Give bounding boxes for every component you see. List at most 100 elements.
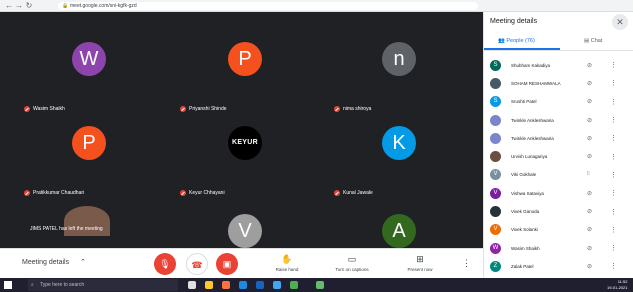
participant-name: Zalak Patel bbox=[511, 263, 534, 269]
participant-name: SOHAM RESHAMWALA bbox=[511, 80, 561, 86]
present-icon: ⊞ bbox=[416, 254, 424, 264]
captions-button[interactable]: ▭ Turn on captions bbox=[328, 254, 376, 272]
more-options-icon[interactable]: ⋮ bbox=[610, 153, 617, 161]
app-icon[interactable] bbox=[273, 281, 281, 289]
hand-icon: ✋ bbox=[281, 254, 293, 264]
system-clock[interactable]: 11:52 19-01-2021 bbox=[607, 279, 627, 291]
call-controls: Meeting details ⌃ 🎙 ☎ ▣ ✋ Raise hand ▭ T… bbox=[0, 248, 483, 278]
raise-hand-button[interactable]: ✋ Raise hand bbox=[263, 254, 311, 272]
participant-row[interactable]: Twinkle Ankleshwaria ⊘ ⋮ bbox=[484, 111, 633, 129]
file-explorer-icon[interactable] bbox=[205, 281, 213, 289]
participant-row[interactable]: Urvish Lunagariya ⊘ ⋮ bbox=[484, 147, 633, 165]
present-now-button[interactable]: ⊞ Present now bbox=[396, 254, 444, 272]
hangup-icon: ☎ bbox=[191, 260, 203, 270]
avatar: V bbox=[228, 214, 262, 248]
tab-chat[interactable]: ▤ Chat bbox=[584, 38, 602, 44]
mic-muted-icon[interactable]: ⊘ bbox=[587, 245, 592, 252]
forward-icon[interactable]: → bbox=[14, 0, 24, 12]
participant-name-row: Kunal Jawale bbox=[334, 190, 373, 196]
app-icon[interactable] bbox=[316, 281, 324, 289]
avatar: K bbox=[382, 126, 416, 160]
back-icon[interactable]: ← bbox=[4, 0, 14, 12]
participant-tile[interactable]: W Wasim Shaikh bbox=[8, 28, 169, 112]
more-options-icon[interactable]: ⋮ bbox=[610, 189, 617, 197]
participant-row[interactable]: Vivek Ganoda ⊘ ⋮ bbox=[484, 202, 633, 220]
edge-icon[interactable] bbox=[239, 281, 247, 289]
clock-date: 19-01-2021 bbox=[607, 285, 628, 290]
more-options-icon[interactable]: ⋮ bbox=[462, 258, 471, 269]
participant-name-row: Pratikkumar Chaudhari bbox=[24, 190, 84, 196]
meeting-details-button[interactable]: Meeting details bbox=[22, 259, 69, 266]
camera-toggle-button[interactable]: ▣ bbox=[216, 253, 238, 275]
participant-name: Pratikkumar Chaudhari bbox=[33, 190, 85, 196]
task-view-icon[interactable] bbox=[188, 281, 196, 289]
more-options-icon[interactable]: ⋮ bbox=[610, 79, 617, 87]
participant-tile[interactable]: n nima shiroya bbox=[318, 28, 479, 112]
chevron-up-icon[interactable]: ⌃ bbox=[80, 258, 86, 266]
mic-muted-icon[interactable]: ⊘ bbox=[587, 226, 592, 233]
more-options-icon[interactable]: ⋮ bbox=[610, 134, 617, 142]
mic-muted-icon[interactable]: ⊘ bbox=[587, 153, 592, 160]
avatar bbox=[490, 132, 501, 144]
mic-muted-icon[interactable]: ⊘ bbox=[587, 98, 592, 105]
mic-muted-icon[interactable]: ⊘ bbox=[587, 62, 592, 69]
windows-start-icon[interactable] bbox=[4, 281, 12, 289]
participant-name: Wasim Shaikh bbox=[511, 245, 540, 251]
mic-muted-icon[interactable]: ⊘ bbox=[587, 135, 592, 142]
mic-muted-icon[interactable]: ⊘ bbox=[587, 263, 592, 270]
close-icon[interactable]: ✕ bbox=[612, 14, 628, 30]
more-options-icon[interactable]: ⋮ bbox=[610, 226, 617, 234]
lock-icon: 🔒 bbox=[62, 3, 69, 9]
participant-name: Vishwa Sataviya bbox=[511, 190, 544, 196]
word-icon[interactable] bbox=[256, 281, 264, 289]
participant-row[interactable]: SOHAM RESHAMWALA ⊘ ⋮ bbox=[484, 74, 633, 92]
leave-call-button[interactable]: ☎ bbox=[186, 253, 208, 275]
avatar bbox=[490, 151, 501, 163]
more-options-icon[interactable]: ⋮ bbox=[610, 244, 617, 252]
participant-tile[interactable]: P Priyanshi Shinde bbox=[164, 28, 325, 112]
left-meeting-toast: JIMS PATEL has left the meeting bbox=[30, 226, 103, 232]
participant-row[interactable]: Twinkle Ankleshwaria ⊘ ⋮ bbox=[484, 129, 633, 147]
participant-row[interactable]: V Viki Gokhale ⦙⦙ ⋮ bbox=[484, 166, 633, 184]
reload-icon[interactable]: ↻ bbox=[24, 0, 34, 12]
participant-row[interactable]: V Vivek Solanki ⊘ ⋮ bbox=[484, 221, 633, 239]
panel-title: Meeting details bbox=[490, 18, 538, 25]
mic-muted-icon[interactable]: ⊘ bbox=[587, 117, 592, 124]
taskbar-search-text: Type here to search bbox=[40, 282, 85, 288]
more-options-icon[interactable]: ⋮ bbox=[610, 208, 617, 216]
avatar bbox=[490, 114, 501, 126]
participant-tile[interactable]: KEYUR Keyur Chhayani bbox=[164, 112, 325, 196]
avatar bbox=[490, 206, 501, 218]
mic-active-icon[interactable]: ⦙⦙ bbox=[587, 171, 590, 178]
mic-muted-icon[interactable]: ⊘ bbox=[587, 80, 592, 87]
more-options-icon[interactable]: ⋮ bbox=[610, 98, 617, 106]
mic-muted-icon[interactable]: ⊘ bbox=[587, 208, 592, 215]
participant-name: Kunal Jawale bbox=[343, 190, 373, 196]
participant-row[interactable]: S Shubham Kakadiya ⊘ ⋮ bbox=[484, 56, 633, 74]
chrome-icon[interactable] bbox=[290, 281, 298, 289]
more-options-icon[interactable]: ⋮ bbox=[610, 116, 617, 124]
mic-off-icon: 🎙 bbox=[159, 259, 171, 269]
avatar bbox=[490, 77, 501, 89]
more-options-icon[interactable]: ⋮ bbox=[610, 171, 617, 179]
tab-people[interactable]: 👥 People (76) bbox=[498, 38, 535, 44]
taskbar-search-input[interactable]: ⌕ Type here to search bbox=[28, 279, 178, 291]
address-bar[interactable]: 🔒 meet.google.com/sni-kgfk-gzd bbox=[58, 2, 478, 10]
chat-icon: ▤ bbox=[584, 38, 590, 44]
avatar: Z bbox=[490, 260, 501, 272]
mic-muted-icon[interactable]: ⊘ bbox=[587, 190, 592, 197]
participant-tile[interactable]: K Kunal Jawale bbox=[318, 112, 479, 196]
more-options-icon[interactable]: ⋮ bbox=[610, 61, 617, 69]
more-options-icon[interactable]: ⋮ bbox=[610, 262, 617, 270]
firefox-icon[interactable] bbox=[222, 281, 230, 289]
microphone-toggle-button[interactable]: 🎙 bbox=[154, 253, 176, 275]
avatar: n bbox=[382, 42, 416, 76]
mic-off-icon bbox=[24, 190, 30, 196]
participant-name: Keyur Chhayani bbox=[189, 190, 225, 196]
participant-row[interactable]: W Wasim Shaikh ⊘ ⋮ bbox=[484, 239, 633, 257]
participant-row[interactable]: S Srushti Patel ⊘ ⋮ bbox=[484, 93, 633, 111]
participant-tile[interactable]: P Pratikkumar Chaudhari bbox=[8, 112, 169, 196]
keyur-logo: KEYUR bbox=[228, 126, 262, 160]
participant-row[interactable]: V Vishwa Sataviya ⊘ ⋮ bbox=[484, 184, 633, 202]
participant-row[interactable]: Z Zalak Patel ⊘ ⋮ bbox=[484, 257, 633, 275]
